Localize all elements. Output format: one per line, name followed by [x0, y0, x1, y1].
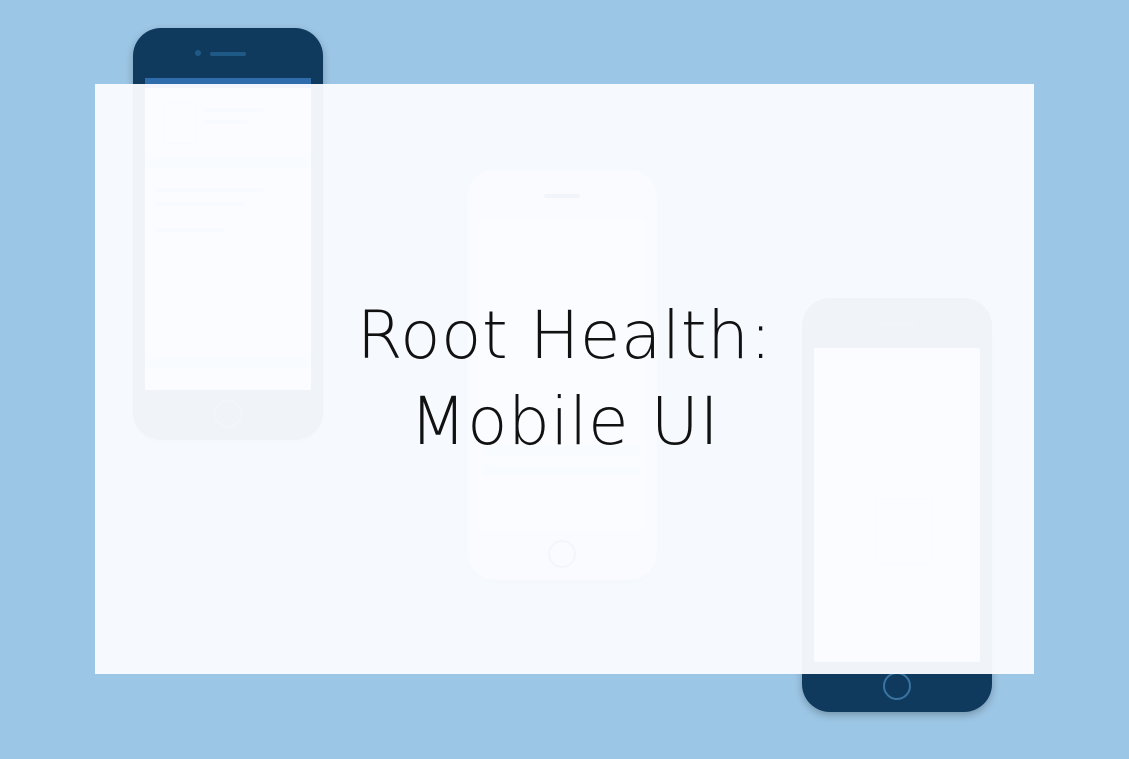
front-camera-icon: [195, 50, 201, 56]
title-line-1: Root Health:: [356, 297, 773, 374]
home-button-icon: [883, 672, 911, 700]
title-block: Root Health: Mobile UI: [95, 84, 1034, 674]
speaker-grille: [210, 52, 246, 56]
title-line-2: Mobile UI: [409, 383, 720, 460]
